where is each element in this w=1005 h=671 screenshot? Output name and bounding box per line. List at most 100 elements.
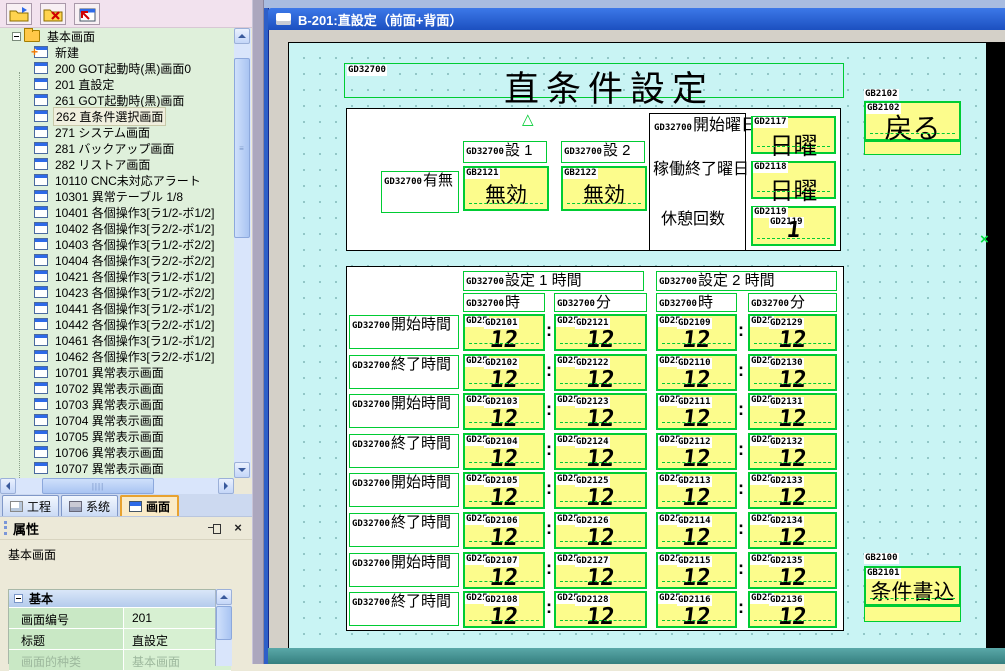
tree-item[interactable]: 10707 異常表示画面 (0, 460, 234, 476)
time-value-cell[interactable]: GD25GD212912 (748, 314, 837, 351)
tree-item[interactable]: 10702 異常表示画面 (0, 380, 234, 396)
time-value-cell[interactable]: GD25GD212212 (554, 354, 647, 391)
back-switch[interactable]: GB2102 戻る (864, 101, 961, 141)
properties-scrollbar[interactable] (215, 589, 232, 666)
table-sub-header[interactable]: GD32700分 (554, 293, 647, 312)
tree-item[interactable]: 10401 各個操作3[ラ1/2-ボ1/2] (0, 204, 234, 220)
tab-screen[interactable]: 画面 (120, 495, 179, 516)
canvas-view[interactable]: GD32700 直条件設定 GB2102 GB2102 戻る △ (288, 42, 1005, 650)
time-value-cell[interactable]: GD25GD212612 (554, 512, 647, 549)
tab-system[interactable]: 系统 (61, 495, 118, 516)
panel-splitter[interactable] (252, 0, 264, 664)
schedule-caption-box[interactable]: GD32700開始曜日稼働終了曜日休憩回数 (649, 113, 746, 251)
drag-grip[interactable] (4, 521, 7, 535)
time-value-cell[interactable]: GD25GD212312 (554, 393, 647, 430)
scroll-up-button[interactable] (234, 28, 250, 44)
time-value-cell[interactable]: GD25GD212112 (554, 314, 647, 351)
screen-title-object[interactable]: GD32700 直条件設定 (344, 63, 844, 98)
time-value-cell[interactable]: GD25GD212712 (554, 552, 647, 589)
weekday-switch[interactable]: GD2118日曜 (751, 161, 836, 199)
expander-icon[interactable] (12, 32, 21, 41)
time-value-cell[interactable]: GD25GD213212 (748, 433, 837, 470)
design-canvas[interactable]: GD32700 直条件設定 GB2102 GB2102 戻る △ (289, 43, 986, 649)
close-icon[interactable]: × (230, 520, 246, 536)
time-value-cell[interactable]: GD25GD211412 (656, 512, 737, 549)
tree-item[interactable]: 10704 異常表示画面 (0, 412, 234, 428)
tree-item[interactable]: 10110 CNC未対応アラート (0, 172, 234, 188)
tree-item[interactable]: 10442 各個操作3[ラ2/2-ボ1/2] (0, 316, 234, 332)
screen-tree[interactable]: 基本画面新建200 GOT起動時(黒)画面0201 直設定261 GOT起動時(… (0, 28, 234, 478)
tree-horizontal-scrollbar[interactable]: |||| (0, 478, 234, 494)
tree-item[interactable]: 10403 各個操作3[ラ1/2-ボ2/2] (0, 236, 234, 252)
tree-item[interactable]: 10705 異常表示画面 (0, 428, 234, 444)
property-group-header[interactable]: 基本 (9, 590, 231, 608)
row-label[interactable]: GD32700終了時間 (349, 355, 459, 389)
time-value-cell[interactable]: GD25GD212812 (554, 591, 647, 628)
tree-item[interactable]: 10462 各個操作3[ラ2/2-ボ1/2] (0, 348, 234, 364)
time-value-cell[interactable]: GD25GD210412 (463, 433, 545, 470)
time-value-cell[interactable]: GD25GD213412 (748, 512, 837, 549)
window-titlebar[interactable]: B-201:直設定（前面+背面） (268, 8, 1005, 30)
time-value-cell[interactable]: GD25GD213612 (748, 591, 837, 628)
table-sub-header[interactable]: GD32700時 (463, 293, 545, 312)
time-value-cell[interactable]: GD25GD210912 (656, 314, 737, 351)
set-header-label[interactable]: GD32700設 2 (561, 141, 645, 163)
write-switch-state-frame[interactable] (864, 606, 961, 622)
table-sub-header[interactable]: GD32700分 (748, 293, 837, 312)
time-value-cell[interactable]: GD25GD213512 (748, 552, 837, 589)
tree-item[interactable]: 新建 (0, 44, 234, 60)
break-count-display[interactable]: GD2119GD21191 (751, 206, 836, 246)
row-label[interactable]: GD32700開始時間 (349, 473, 459, 507)
write-condition-switch[interactable]: GB2101 条件書込 (864, 566, 961, 606)
row-label[interactable]: GD32700開始時間 (349, 394, 459, 428)
scroll-right-button[interactable] (218, 478, 234, 494)
collapse-icon[interactable] (14, 594, 23, 603)
table-sub-header[interactable]: GD32700時 (656, 293, 737, 312)
tree-item[interactable]: 10461 各個操作3[ラ1/2-ボ1/2] (0, 332, 234, 348)
time-value-cell[interactable]: GD25GD210812 (463, 591, 545, 628)
tree-item[interactable]: 10703 異常表示画面 (0, 396, 234, 412)
time-value-cell[interactable]: GD25GD211012 (656, 354, 737, 391)
tree-item[interactable]: 281 バックアップ画面 (0, 140, 234, 156)
time-value-cell[interactable]: GD25GD211612 (656, 591, 737, 628)
scroll-thumb[interactable]: |||| (42, 478, 154, 494)
time-value-cell[interactable]: GD25GD212412 (554, 433, 647, 470)
scroll-up-button[interactable] (216, 589, 232, 605)
tree-vertical-scrollbar[interactable]: ≡ (234, 28, 251, 478)
tree-item[interactable]: 201 直設定 (0, 76, 234, 92)
tab-project[interactable]: 工程 (2, 495, 59, 516)
row-label[interactable]: GD32700終了時間 (349, 592, 459, 626)
pin-icon[interactable] (208, 521, 222, 535)
row-label[interactable]: GD32700開始時間 (349, 315, 459, 349)
time-value-cell[interactable]: GD25GD210612 (463, 512, 545, 549)
set-header-label[interactable]: GD32700設 1 (463, 141, 547, 163)
set-enable-switch[interactable]: GB2122無効 (561, 166, 647, 211)
time-value-cell[interactable]: GD25GD211112 (656, 393, 737, 430)
tree-item[interactable]: 10706 異常表示画面 (0, 444, 234, 460)
row-label[interactable]: GD32700終了時間 (349, 513, 459, 547)
tree-item[interactable]: 10701 異常表示画面 (0, 364, 234, 380)
table-group-header[interactable]: GD32700設定 2 時間 (656, 271, 837, 291)
time-value-cell[interactable]: GD25GD211212 (656, 433, 737, 470)
scroll-thumb[interactable] (216, 606, 232, 640)
tree-item[interactable]: 10441 各個操作3[ラ1/2-ボ1/2] (0, 300, 234, 316)
time-value-cell[interactable]: GD25GD212512 (554, 472, 647, 509)
tree-root-basic-screens[interactable]: 基本画面 (0, 28, 234, 44)
time-value-cell[interactable]: GD25GD211312 (656, 472, 737, 509)
tree-item[interactable]: 200 GOT起動時(黒)画面0 (0, 60, 234, 76)
weekday-switch[interactable]: GD2117日曜 (751, 116, 836, 154)
scroll-down-button[interactable] (234, 462, 250, 478)
scroll-left-button[interactable] (0, 478, 16, 494)
tree-item[interactable]: 10402 各個操作3[ラ2/2-ボ1/2] (0, 220, 234, 236)
triangle-marker[interactable]: △ (522, 113, 534, 127)
time-value-cell[interactable]: GD25GD211512 (656, 552, 737, 589)
property-row[interactable]: 标题直設定 (9, 629, 231, 650)
presence-label[interactable]: GD32700有無 (381, 171, 459, 213)
time-value-cell[interactable]: GD25GD210112 (463, 314, 545, 351)
delete-screen-button[interactable] (40, 3, 66, 25)
open-project-button[interactable] (6, 3, 32, 25)
back-switch-state-frame[interactable] (864, 141, 961, 155)
set-enable-switch[interactable]: GB2121無効 (463, 166, 549, 211)
row-label[interactable]: GD32700終了時間 (349, 434, 459, 468)
time-value-cell[interactable]: GD25GD213112 (748, 393, 837, 430)
